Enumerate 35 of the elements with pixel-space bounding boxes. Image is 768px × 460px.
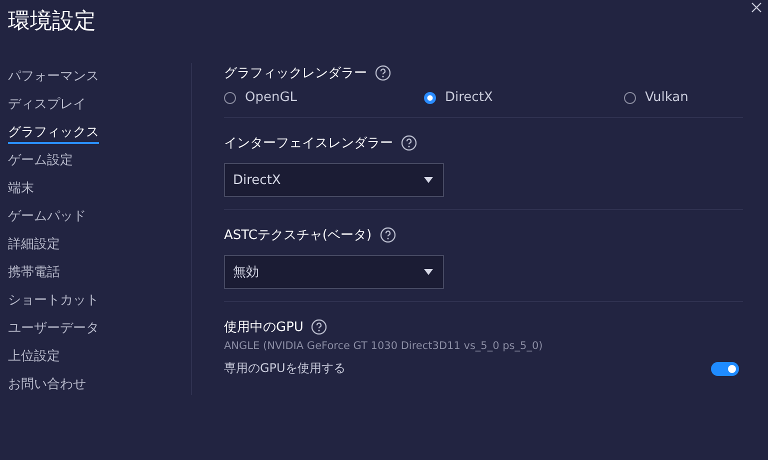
radio-button[interactable] <box>624 92 636 104</box>
help-icon[interactable] <box>375 65 391 81</box>
sidebar-item[interactable]: 詳細設定 <box>8 231 60 259</box>
radio-option[interactable]: Vulkan <box>624 90 688 105</box>
sidebar-item[interactable]: お問い合わせ <box>8 371 86 399</box>
sidebar-item[interactable]: パフォーマンス <box>8 63 99 91</box>
sidebar-item[interactable]: ゲームパッド <box>8 203 86 231</box>
setting-label: 使用中のGPU <box>224 319 304 336</box>
sidebar-item[interactable]: ショートカット <box>8 287 99 315</box>
radio-option[interactable]: DirectX <box>424 90 624 105</box>
caret-icon <box>424 177 433 183</box>
sidebar-item[interactable]: ユーザーデータ <box>8 315 99 343</box>
help-icon[interactable] <box>311 319 328 335</box>
setting-label: ASTCテクスチャ(ベータ) <box>224 227 372 244</box>
sidebar-item[interactable]: 携帯電話 <box>8 259 60 287</box>
help-icon[interactable] <box>380 227 396 243</box>
setting-label: インターフェイスレンダラー <box>224 135 393 152</box>
sidebar-item[interactable]: ゲーム設定 <box>8 147 73 175</box>
window-title: 環境設定 <box>8 8 96 36</box>
dropdown[interactable]: DirectX <box>224 163 444 197</box>
sidebar-item[interactable]: 上位設定 <box>8 343 60 371</box>
radio-button[interactable] <box>424 92 436 104</box>
sidebar-item[interactable]: グラフィックス <box>8 119 99 147</box>
close-icon[interactable] <box>751 2 762 13</box>
setting-label: グラフィックレンダラー <box>224 65 367 82</box>
radio-option[interactable]: OpenGL <box>224 90 424 105</box>
help-icon[interactable] <box>401 135 417 151</box>
radio-button[interactable] <box>224 92 236 104</box>
caret-icon <box>424 269 433 275</box>
sidebar-item[interactable]: 端末 <box>8 175 34 203</box>
gpu-name: ANGLE (NVIDIA GeForce GT 1030 Direct3D11 vs_5_0 ps_5_0) <box>224 340 544 352</box>
toggle-label: 専用のGPUを使用する <box>224 360 346 377</box>
toggle-switch[interactable] <box>711 362 739 376</box>
dropdown[interactable]: 無効 <box>224 255 444 289</box>
sidebar-item[interactable]: ディスプレイ <box>8 91 86 119</box>
